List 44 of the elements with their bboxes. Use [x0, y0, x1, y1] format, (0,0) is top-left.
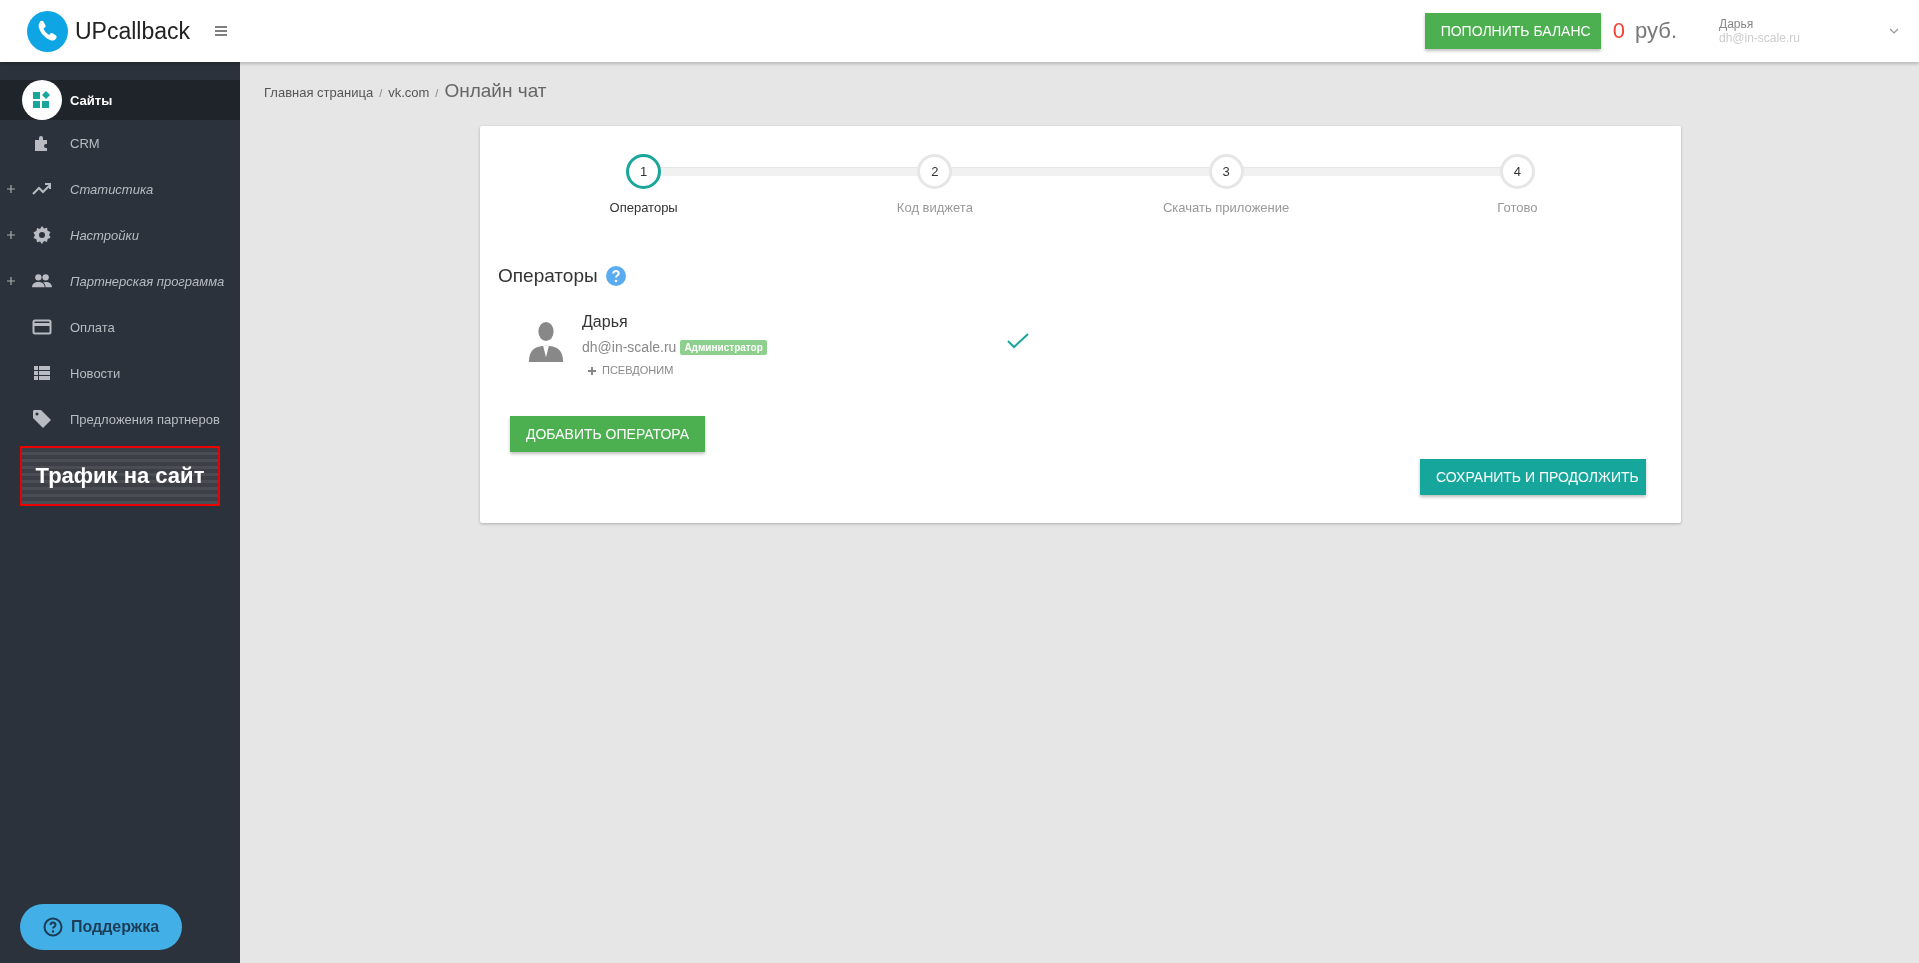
menu-icon[interactable] — [215, 26, 228, 36]
breadcrumb-link[interactable]: vk.com — [388, 85, 430, 100]
brand-name: UPcallback — [75, 17, 191, 45]
sidebar-item[interactable]: Новости — [0, 350, 240, 396]
sidebar-item[interactable]: CRM — [0, 120, 240, 166]
step-label: Операторы — [609, 200, 678, 215]
user-silhouette-icon — [527, 320, 565, 362]
add-alias-link[interactable]: ПСЕВДОНИМ — [588, 363, 1007, 379]
user-name: Дарья — [1719, 17, 1755, 31]
help-icon[interactable] — [605, 266, 626, 286]
section-title: Операторы — [498, 265, 598, 287]
sidebar-item[interactable]: Настройки — [0, 212, 240, 258]
page-title: Онлайн чат — [444, 80, 547, 102]
sidebar-item[interactable]: Статистика — [0, 166, 240, 212]
balance-amount: 0 — [1612, 18, 1625, 43]
sidebar-item[interactable]: Партнерская программа — [0, 258, 240, 304]
sidebar-item[interactable]: Предложения партнеров — [0, 396, 240, 442]
step-circle[interactable]: 1 — [626, 154, 662, 189]
breadcrumb-separator: / — [379, 87, 383, 99]
list-icon — [32, 363, 52, 383]
step-label: Скачать приложение — [1162, 200, 1290, 215]
operator-email: dh@in-scale.ru — [582, 337, 677, 357]
step-label: Готово — [1497, 200, 1538, 215]
operator-name: Дарья — [582, 312, 629, 332]
chevron-down-icon[interactable] — [1889, 28, 1899, 34]
sidebar-item[interactable]: Сайты — [0, 80, 240, 120]
role-badge: Администратор — [680, 339, 767, 355]
step-circle[interactable]: 3 — [1208, 154, 1244, 189]
step-label: Код виджета — [896, 200, 973, 215]
widgets-icon — [32, 90, 52, 110]
credit-card-icon — [32, 317, 52, 337]
balance-currency: руб. — [1635, 18, 1677, 43]
sidebar-item[interactable]: Оплата — [0, 304, 240, 350]
help-icon — [42, 917, 63, 937]
step-circle[interactable]: 2 — [917, 154, 953, 189]
breadcrumb-separator: / — [435, 87, 439, 99]
promo-banner[interactable]: Трафик на сайт — [20, 446, 220, 506]
plus-icon — [588, 366, 596, 375]
phone-logo-icon — [27, 10, 68, 52]
tag-icon — [32, 409, 52, 429]
breadcrumb-link[interactable]: Главная страница — [264, 85, 374, 100]
support-button[interactable]: Поддержка — [20, 904, 182, 950]
step-circle[interactable]: 4 — [1499, 154, 1535, 189]
settings-icon — [32, 225, 52, 245]
